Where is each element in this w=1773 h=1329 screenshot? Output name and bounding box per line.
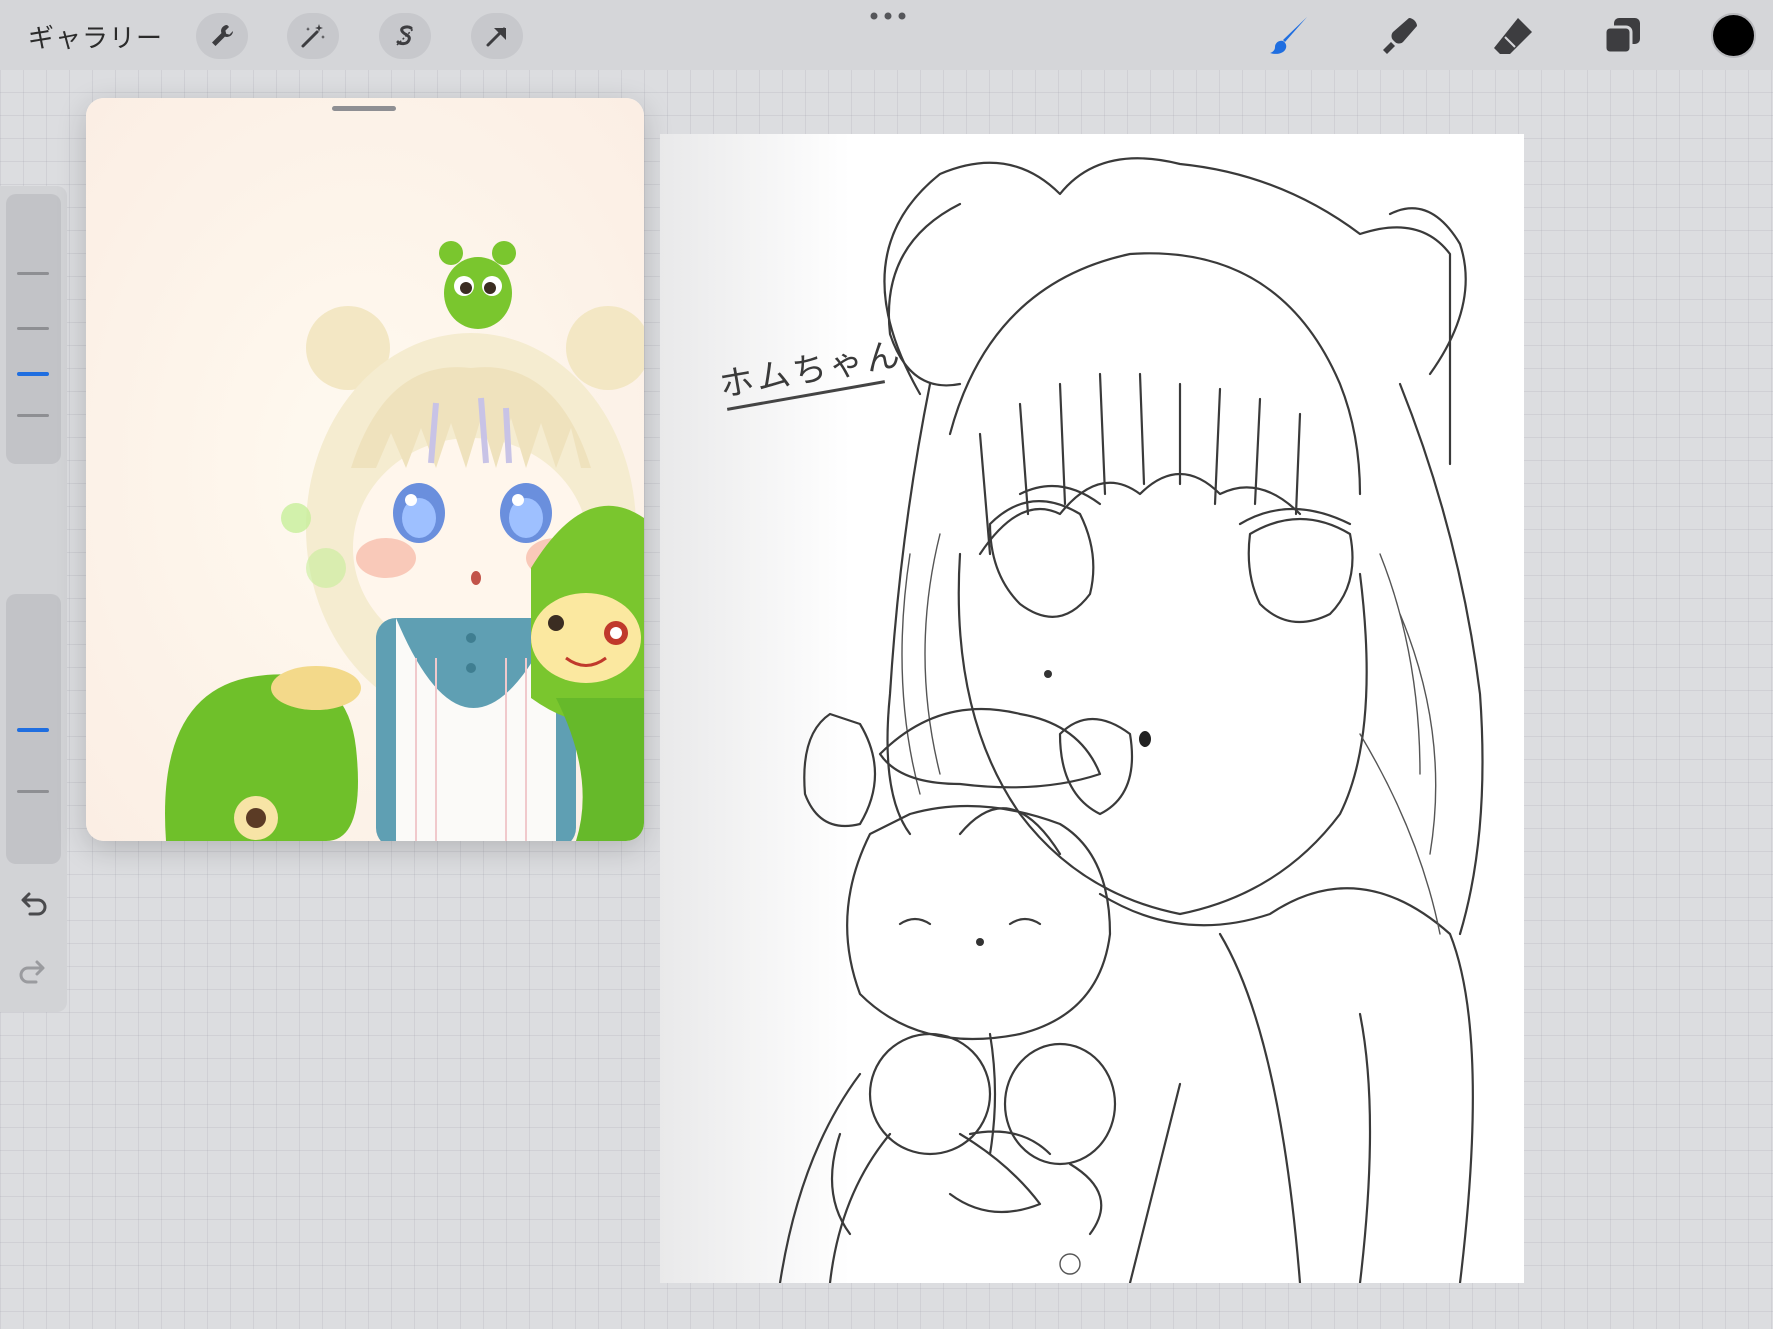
slider-tick <box>17 272 49 275</box>
brush-opacity-slider[interactable] <box>6 594 61 864</box>
smudge-tool-button[interactable] <box>1377 12 1425 60</box>
drag-handle-icon[interactable] <box>332 106 396 111</box>
brush-tool-button[interactable] <box>1265 12 1313 60</box>
slider-tick <box>17 327 49 330</box>
selection-s-icon <box>396 25 414 46</box>
left-sidebar <box>0 186 67 1012</box>
layers-icon <box>1603 18 1640 55</box>
adjustments-button[interactable] <box>287 13 339 59</box>
eraser-icon <box>1494 18 1532 54</box>
layers-button[interactable] <box>1598 12 1646 60</box>
transform-button[interactable] <box>471 13 523 59</box>
magic-wand-icon <box>301 24 325 48</box>
eraser-tool-button[interactable] <box>1488 12 1536 60</box>
undo-icon[interactable] <box>15 886 51 922</box>
size-slider-thumb[interactable] <box>17 372 49 376</box>
brush-icon <box>1270 17 1307 54</box>
brush-size-slider[interactable] <box>6 194 61 464</box>
top-toolbar: ギャラリー <box>0 0 1773 70</box>
slider-tick <box>17 414 49 417</box>
drawing-canvas[interactable]: ホムちゃん <box>660 134 1524 1283</box>
wrench-icon <box>212 25 233 46</box>
arrow-cursor-icon <box>486 27 506 47</box>
redo-icon[interactable] <box>15 954 51 990</box>
selection-button[interactable] <box>379 13 431 59</box>
slider-tick <box>17 790 49 793</box>
smudge-icon <box>1383 18 1417 54</box>
lineart-sketch <box>778 157 1484 1283</box>
opacity-slider-thumb[interactable] <box>17 728 49 732</box>
gallery-button[interactable]: ギャラリー <box>28 18 163 55</box>
color-picker-button[interactable] <box>1711 13 1756 58</box>
reference-window[interactable] <box>86 98 644 841</box>
ellipsis-icon[interactable] <box>868 8 908 24</box>
reference-artwork <box>86 98 644 841</box>
actions-button[interactable] <box>196 13 248 59</box>
